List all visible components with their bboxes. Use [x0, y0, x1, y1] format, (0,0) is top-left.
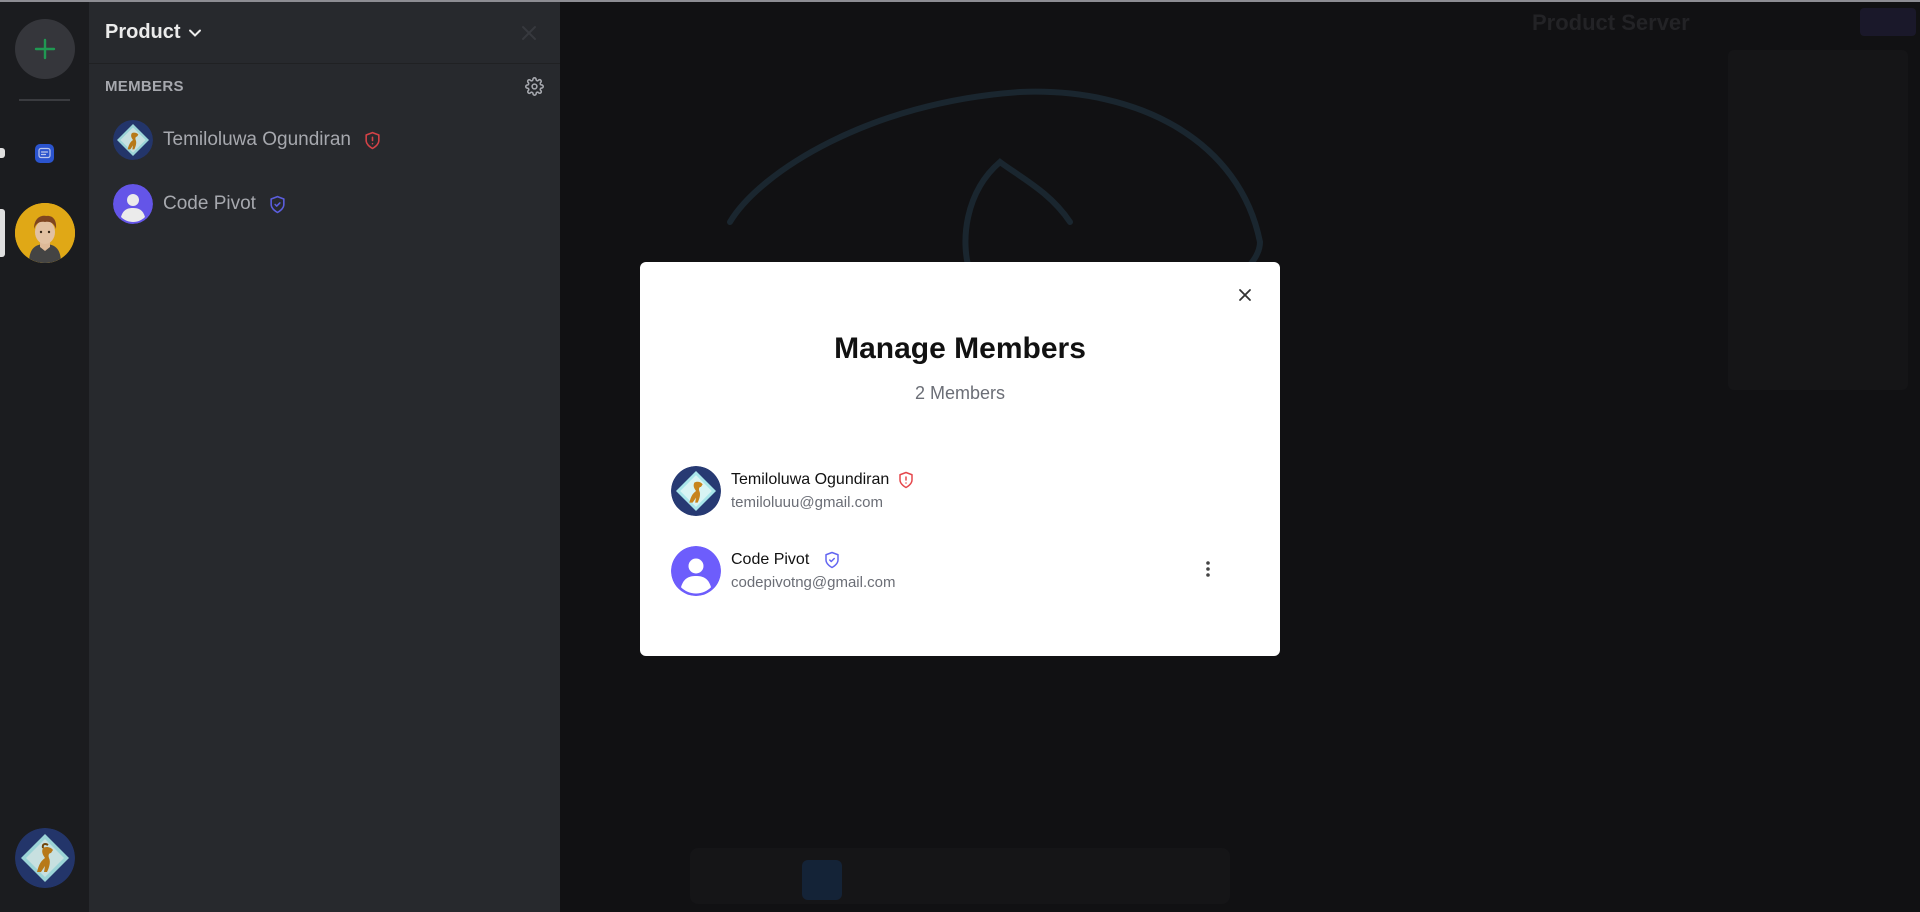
modal-title: Manage Members: [834, 332, 1086, 365]
member-actions-button[interactable]: [1196, 557, 1220, 581]
member-info: Code Pivot codepivotng@gmail.com: [731, 551, 895, 591]
more-vertical-icon: [1206, 561, 1210, 577]
modal-member-row: Code Pivot codepivotng@gmail.com: [671, 545, 1251, 597]
shield-check-icon: [823, 551, 841, 569]
modal-member-row: Temiloluwa Ogundiran temiloluuu@gmail.co…: [671, 465, 1251, 517]
member-name: Temiloluwa Ogundiran: [731, 471, 890, 488]
app: Product MEMBERS Temiloluwa Ogundiran Cod…: [0, 0, 1920, 912]
default-user-icon: [671, 546, 721, 596]
member-email: temiloluuu@gmail.com: [731, 494, 883, 511]
close-icon: [1239, 289, 1251, 301]
manage-members-modal: Manage Members 2 Members Temiloluwa Ogun…: [640, 262, 1280, 656]
member-info: Temiloluwa Ogundiran temiloluuu@gmail.co…: [731, 471, 915, 511]
horse-logo-icon: [671, 466, 721, 516]
member-count: 2 Members: [914, 383, 1006, 403]
member-email: codepivotng@gmail.com: [731, 574, 896, 591]
shield-alert-icon: [897, 471, 915, 489]
avatar: [671, 546, 721, 596]
member-name: Code Pivot: [731, 551, 810, 568]
avatar: [671, 466, 721, 516]
close-modal-button[interactable]: [1232, 282, 1258, 308]
